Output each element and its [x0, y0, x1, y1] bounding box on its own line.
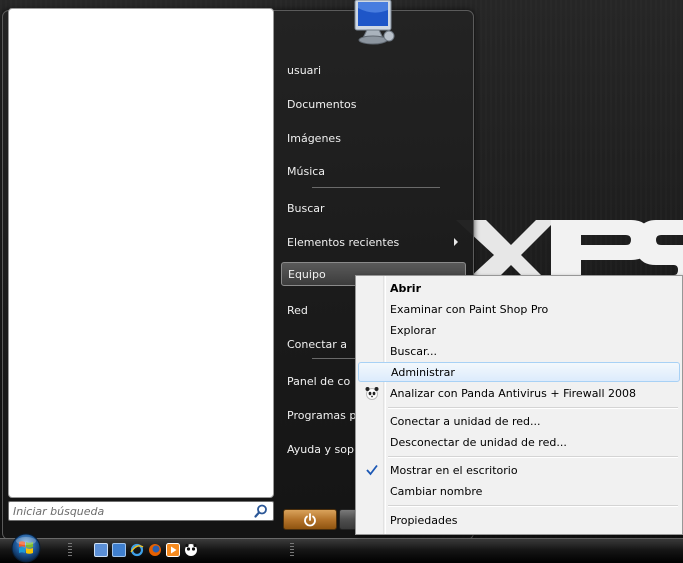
pictures-item[interactable]: Imágenes — [281, 126, 466, 150]
menu-item-search-label: Buscar... — [390, 344, 438, 358]
menu-item-manage[interactable]: Administrar — [358, 362, 680, 382]
firefox-icon[interactable] — [148, 543, 162, 557]
user-picture-icon[interactable] — [341, 0, 399, 46]
menu-separator — [388, 457, 678, 458]
panda-icon[interactable] — [184, 543, 198, 557]
music-label: Música — [287, 164, 326, 178]
recent-items-label: Elementos recientes — [287, 235, 400, 249]
separator — [312, 358, 355, 359]
menu-item-open-label: Abrir — [390, 281, 422, 295]
internet-explorer-icon[interactable] — [130, 543, 144, 557]
documents-label: Documentos — [287, 97, 357, 111]
windows-logo-icon[interactable] — [8, 533, 44, 563]
computer-label: Equipo — [288, 267, 326, 281]
user-folder-item[interactable]: usuari — [281, 58, 466, 82]
search-item[interactable]: Buscar — [281, 196, 466, 220]
documents-item[interactable]: Documentos — [281, 92, 466, 116]
menu-item-panda-scan-label: Analizar con Panda Antivirus + Firewall … — [390, 386, 637, 400]
menu-item-show-on-desktop[interactable]: Mostrar en el escritorio — [358, 460, 680, 480]
menu-item-paint-shop-pro[interactable]: Examinar con Paint Shop Pro — [358, 299, 680, 319]
power-button[interactable] — [283, 509, 337, 530]
panda-icon — [365, 387, 379, 400]
menu-item-rename[interactable]: Cambiar nombre — [358, 481, 680, 501]
control-panel-label: Panel de co — [287, 374, 351, 388]
search-input[interactable] — [9, 502, 249, 520]
menu-item-panda-scan[interactable]: Analizar con Panda Antivirus + Firewall … — [358, 383, 680, 403]
checkmark-icon — [366, 464, 378, 476]
switch-windows-icon[interactable] — [112, 543, 126, 557]
power-icon — [304, 512, 316, 526]
submenu-arrow-icon — [454, 238, 458, 246]
separator — [312, 187, 440, 188]
help-support-label: Ayuda y sop — [287, 442, 354, 456]
user-folder-label: usuari — [287, 63, 321, 77]
menu-item-search[interactable]: Buscar... — [358, 341, 680, 361]
menu-item-show-on-desktop-label: Mostrar en el escritorio — [390, 463, 518, 477]
pictures-label: Imágenes — [287, 131, 341, 145]
taskbar-gripper[interactable] — [68, 543, 72, 557]
network-label: Red — [287, 303, 308, 317]
search-icon[interactable] — [254, 504, 268, 518]
menu-item-disconnect-network-drive[interactable]: Desconectar de unidad de red... — [358, 432, 680, 452]
show-desktop-icon[interactable] — [94, 543, 108, 557]
menu-item-rename-label: Cambiar nombre — [390, 484, 483, 498]
programs-pane — [8, 8, 274, 498]
menu-item-explore[interactable]: Explorar — [358, 320, 680, 340]
menu-item-properties[interactable]: Propiedades — [358, 510, 680, 530]
search-label: Buscar — [287, 201, 325, 215]
recent-items-item[interactable]: Elementos recientes — [281, 230, 466, 254]
menu-separator — [388, 408, 678, 409]
menu-item-manage-label: Administrar — [391, 365, 455, 379]
menu-item-paint-shop-pro-label: Examinar con Paint Shop Pro — [390, 302, 549, 316]
menu-separator — [388, 506, 678, 507]
music-item[interactable]: Música — [281, 159, 466, 183]
menu-item-disconnect-network-drive-label: Desconectar de unidad de red... — [390, 435, 567, 449]
default-programs-label: Programas p — [287, 408, 357, 422]
menu-item-explore-label: Explorar — [390, 323, 437, 337]
connect-to-label: Conectar a — [287, 337, 348, 351]
menu-item-map-network-drive-label: Conectar a unidad de red... — [390, 414, 541, 428]
taskbar-gripper[interactable] — [290, 543, 294, 557]
menu-item-properties-label: Propiedades — [390, 513, 458, 527]
menu-item-open[interactable]: Abrir — [358, 278, 680, 298]
menu-item-map-network-drive[interactable]: Conectar a unidad de red... — [358, 411, 680, 431]
context-menu: Abrir Examinar con Paint Shop Pro Explor… — [355, 275, 683, 535]
media-player-icon[interactable] — [166, 543, 180, 557]
search-box[interactable] — [8, 501, 274, 521]
